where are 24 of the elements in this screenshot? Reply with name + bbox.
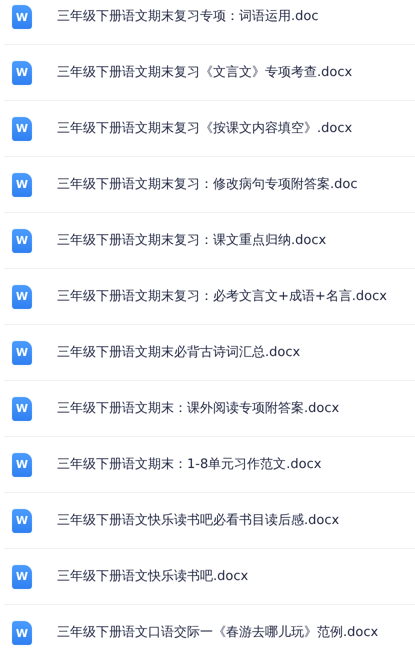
- document-icon: W: [12, 5, 32, 29]
- file-name[interactable]: 三年级下册语文期末必背古诗词汇总.docx: [57, 340, 300, 364]
- document-icon: W: [12, 284, 32, 308]
- file-name[interactable]: 三年级下册语文口语交际一《春游去哪儿玩》范例.docx: [57, 621, 378, 645]
- file-name[interactable]: 三年级下册语文期末复习《文言文》专项考查.docx: [57, 60, 352, 84]
- file-name[interactable]: 三年级下册语文期末复习专项：词语运用.doc: [57, 5, 318, 29]
- file-name[interactable]: 三年级下册语文期末复习：修改病句专项附答案.doc: [57, 172, 358, 196]
- document-icon: W: [12, 116, 32, 140]
- file-name[interactable]: 三年级下册语文期末：课外阅读专项附答案.docx: [57, 396, 340, 420]
- document-icon: W: [12, 452, 32, 476]
- document-icon: W: [12, 621, 32, 645]
- document-icon: W: [12, 60, 32, 84]
- document-icon: W: [12, 340, 32, 364]
- file-name[interactable]: 三年级下册语文期末复习《按课文内容填空》.docx: [57, 116, 352, 140]
- file-name[interactable]: 三年级下册语文快乐读书吧.docx: [57, 564, 248, 588]
- document-icon: W: [12, 508, 32, 532]
- file-name[interactable]: 三年级下册语文期末复习：课文重点归纳.docx: [57, 228, 326, 252]
- document-icon: W: [12, 228, 32, 252]
- file-name[interactable]: 三年级下册语文快乐读书吧必看书目读后感.docx: [57, 508, 340, 532]
- file-name[interactable]: 三年级下册语文期末：1-8单元习作范文.docx: [57, 452, 322, 476]
- document-icon: W: [12, 396, 32, 420]
- document-icon: W: [12, 564, 32, 588]
- file-name[interactable]: 三年级下册语文期末复习：必考文言文+成语+名言.docx: [57, 284, 387, 308]
- document-icon: W: [12, 172, 32, 196]
